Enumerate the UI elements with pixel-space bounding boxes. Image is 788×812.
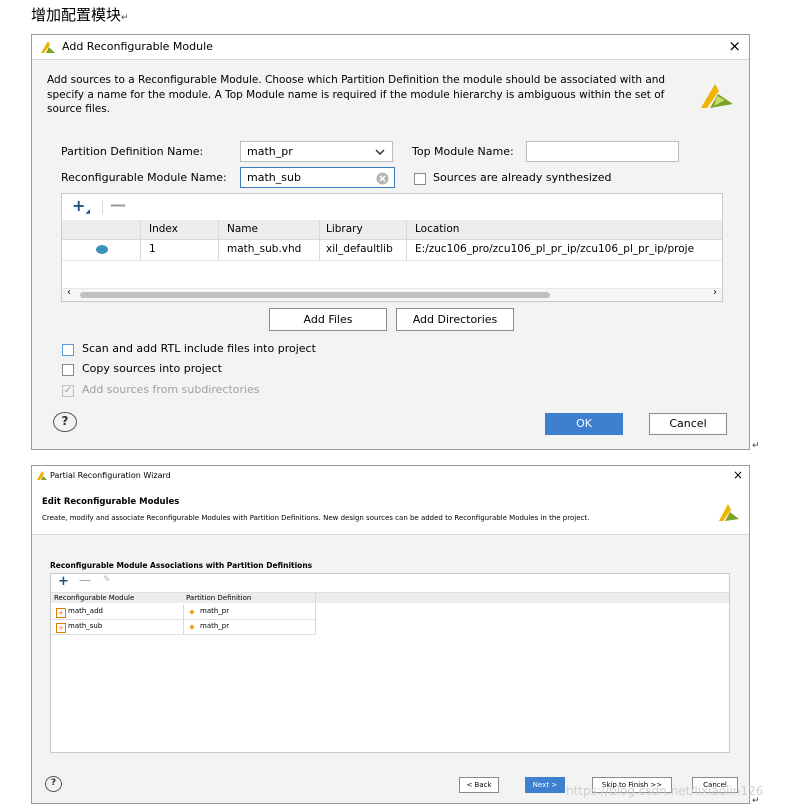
cell-name: math_sub.vhd	[227, 243, 302, 255]
dialog-description: Add sources to a Reconfigurable Module. …	[47, 74, 666, 115]
page-heading: 增加配置模块↵	[31, 6, 129, 24]
partition-diamond-icon: ◆	[189, 608, 195, 616]
rm-name-input[interactable]: math_sub	[240, 167, 395, 188]
subdirectories-label: Add sources from subdirectories	[82, 383, 260, 396]
copy-sources-checkbox[interactable]	[62, 364, 74, 376]
return-mark: ↵	[752, 441, 760, 451]
scan-rtl-label: Scan and add RTL include files into proj…	[82, 342, 316, 355]
sources-table: +◢ — Index Name Library Location 1 math_…	[61, 193, 723, 302]
dialog-title: Add Reconfigurable Module	[62, 40, 213, 53]
close-icon[interactable]: ×	[733, 468, 743, 482]
ok-button[interactable]: OK	[545, 413, 623, 435]
remove-icon[interactable]: —	[79, 573, 91, 587]
sources-table-header: Index Name Library Location	[62, 220, 722, 240]
close-icon[interactable]: ×	[728, 37, 741, 55]
col-name[interactable]: Name	[227, 223, 258, 235]
scan-rtl-checkbox[interactable]	[62, 344, 74, 356]
wizard-titlebar: Partial Reconfiguration Wizard ×	[32, 466, 749, 487]
cell-partition: math_pr	[200, 607, 230, 615]
table-row[interactable]: + math_sub ◆ math_pr	[51, 620, 315, 635]
scroll-left-icon[interactable]: ‹	[67, 287, 71, 298]
cell-index: 1	[149, 243, 156, 255]
page-description: Create, modify and associate Reconfigura…	[42, 514, 590, 522]
partition-definition-label: Partition Definition Name:	[61, 145, 204, 158]
top-module-input[interactable]	[526, 141, 679, 162]
rm-name-label: Reconfigurable Module Name:	[61, 171, 227, 184]
clear-icon[interactable]	[376, 172, 389, 185]
watermark: https://blog.csdn.net/lixiaolin126	[566, 784, 764, 798]
cell-module: math_sub	[68, 622, 103, 630]
subdirectories-checkbox[interactable]: ✓	[62, 385, 74, 397]
cell-module: math_add	[68, 607, 103, 615]
copy-sources-label: Copy sources into project	[82, 362, 222, 375]
section-title: Reconfigurable Module Associations with …	[50, 561, 313, 570]
vivado-logo-icon	[37, 471, 47, 480]
rm-table-header: Reconfigurable Module Partition Definiti…	[51, 593, 729, 603]
partial-reconfiguration-wizard: Partial Reconfiguration Wizard × Edit Re…	[31, 465, 750, 804]
partition-definition-select[interactable]: math_pr	[240, 141, 393, 162]
col-reconfigurable-module[interactable]: Reconfigurable Module	[54, 594, 134, 602]
help-icon[interactable]: ?	[53, 412, 77, 432]
col-partition-definition[interactable]: Partition Definition	[186, 594, 251, 602]
table-row[interactable]: + math_add ◆ math_pr	[51, 605, 315, 620]
table-row[interactable]: 1 math_sub.vhd xil_defaultlib E:/zuc106_…	[62, 240, 722, 261]
cell-library: xil_defaultlib	[326, 243, 393, 255]
back-button[interactable]: < Back	[459, 777, 499, 793]
chevron-down-icon	[375, 149, 385, 155]
add-directories-button[interactable]: Add Directories	[396, 308, 514, 331]
col-location[interactable]: Location	[415, 223, 459, 235]
add-files-button[interactable]: Add Files	[269, 308, 387, 331]
add-reconfigurable-module-dialog: Add Reconfigurable Module × Add sources …	[31, 34, 750, 450]
add-icon[interactable]: +◢	[72, 196, 90, 215]
next-button[interactable]: Next >	[525, 777, 565, 793]
col-library[interactable]: Library	[326, 223, 363, 235]
source-file-icon	[96, 245, 108, 254]
col-index[interactable]: Index	[149, 223, 178, 235]
horizontal-scrollbar[interactable]: ‹ ›	[62, 287, 722, 301]
partition-diamond-icon: ◆	[189, 623, 195, 631]
vivado-logo-icon	[701, 84, 733, 108]
cell-partition: math_pr	[200, 622, 230, 630]
wizard-header: Edit Reconfigurable Modules Create, modi…	[32, 486, 749, 535]
scroll-right-icon[interactable]: ›	[713, 287, 717, 298]
vivado-logo-icon	[719, 504, 739, 521]
scrollbar-thumb[interactable]	[80, 292, 550, 298]
vivado-logo-icon	[41, 41, 55, 53]
top-module-label: Top Module Name:	[412, 145, 514, 158]
edit-icon[interactable]: ✎	[103, 575, 111, 585]
cancel-button[interactable]: Cancel	[649, 413, 727, 435]
remove-icon[interactable]: —	[110, 195, 126, 214]
help-icon[interactable]: ?	[45, 776, 62, 792]
add-icon[interactable]: +	[58, 574, 69, 589]
rm-toolbar: + — ✎	[51, 573, 729, 593]
module-icon: +	[56, 608, 66, 618]
synthesized-label: Sources are already synthesized	[433, 171, 612, 184]
cell-location: E:/zuc106_pro/zcu106_pl_pr_ip/zcu106_pl_…	[415, 243, 695, 255]
module-icon: +	[56, 623, 66, 633]
dialog-titlebar: Add Reconfigurable Module ×	[32, 35, 749, 60]
wizard-title: Partial Reconfiguration Wizard	[50, 471, 171, 480]
page-title: Edit Reconfigurable Modules	[42, 497, 180, 507]
synthesized-checkbox[interactable]	[414, 173, 426, 185]
sources-toolbar: +◢ —	[62, 194, 722, 221]
rm-associations-table: + — ✎ Reconfigurable Module Partition De…	[50, 573, 730, 753]
